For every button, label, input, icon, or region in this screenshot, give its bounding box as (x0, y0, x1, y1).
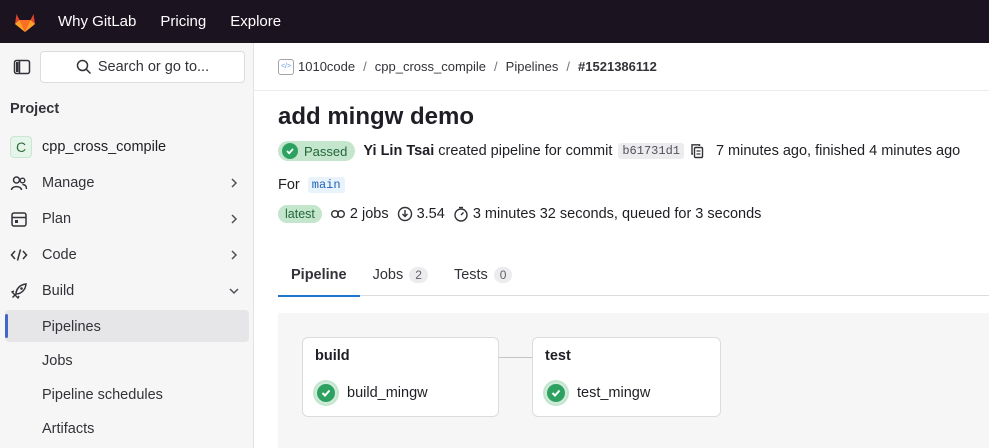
coverage-icon (397, 206, 412, 222)
latest-badge: latest (278, 205, 322, 223)
sidebar-subitem-jobs[interactable]: Jobs (42, 353, 73, 369)
job-name: test_mingw (577, 385, 651, 401)
copy-icon[interactable] (690, 143, 706, 159)
search-icon (76, 59, 91, 75)
sidebar-item-manage[interactable]: Manage (10, 168, 246, 198)
breadcrumb: </> 1010code / cpp_cross_compile / Pipel… (254, 43, 989, 91)
coverage-value: 3.54 (416, 206, 445, 222)
sidebar-item-plan[interactable]: Plan (10, 204, 246, 234)
tests-count-badge: 0 (493, 266, 513, 283)
sidebar-item-label: Build (42, 283, 75, 299)
nav-why-gitlab-link[interactable]: Why GitLab (58, 13, 136, 30)
sidebar-subitem-artifacts[interactable]: Artifacts (42, 421, 94, 437)
group-avatar-icon: </> (278, 58, 294, 75)
breadcrumb-project[interactable]: cpp_cross_compile (375, 59, 486, 74)
nav-pricing-link[interactable]: Pricing (160, 13, 206, 30)
stage-build: build build_mingw (302, 337, 499, 417)
code-icon (10, 246, 28, 264)
branch-link[interactable]: main (307, 177, 345, 193)
search-button[interactable]: Search or go to... (40, 51, 245, 83)
project-name: cpp_cross_compile (42, 139, 167, 155)
sidebar-item-label: Code (42, 247, 77, 263)
success-status-icon (545, 382, 567, 404)
commit-sha-link[interactable]: b61731d1 (618, 143, 684, 159)
sidebar-item-label: Manage (42, 175, 95, 191)
job-name: build_mingw (347, 385, 428, 401)
sidebar-active-marker (5, 314, 8, 338)
status-badge[interactable]: Passed (278, 141, 356, 161)
main-content: </> 1010code / cpp_cross_compile / Pipel… (254, 43, 989, 448)
sidebar-section-heading: Project (10, 101, 60, 117)
pipeline-ref-row: For main (278, 177, 345, 193)
chevron-right-icon (231, 214, 238, 224)
chevron-down-icon (229, 288, 239, 295)
sidebar-item-code[interactable]: Code (10, 240, 246, 270)
sidebar-subitem-pipeline-schedules[interactable]: Pipeline schedules (42, 387, 163, 403)
chevron-right-icon (231, 178, 238, 188)
stage-title: build (315, 348, 350, 364)
check-circle-icon (282, 143, 298, 159)
sidebar-toggle-icon[interactable] (12, 57, 32, 77)
pipeline-tabs: Pipeline Jobs 2 Tests 0 (278, 253, 989, 297)
pipeline-stats-row: latest 2 jobs 3.54 3 minutes 32 seconds,… (278, 205, 769, 223)
tab-tests[interactable]: Tests 0 (441, 253, 526, 296)
pipeline-header-meta: Passed Yi Lin Tsai created pipeline for … (278, 141, 960, 161)
for-label: For (278, 177, 300, 193)
breadcrumb-pipeline-id[interactable]: #1521386112 (578, 59, 657, 74)
author-link[interactable]: Yi Lin Tsai (363, 143, 434, 159)
sidebar-subitem-pipelines[interactable]: Pipelines (42, 319, 101, 335)
page-title: add mingw demo (278, 103, 475, 130)
jobs-count-badge: 2 (409, 266, 428, 283)
stage-test: test test_mingw (532, 337, 721, 417)
sidebar-item-build[interactable]: Build (10, 276, 246, 306)
sidebar-project-link[interactable]: C cpp_cross_compile (10, 136, 166, 158)
sidebar: Search or go to... Project C cpp_cross_c… (0, 43, 254, 448)
search-label: Search or go to... (97, 59, 210, 75)
sidebar-item-label: Plan (42, 211, 72, 227)
success-status-icon (315, 382, 337, 404)
job-build-mingw[interactable]: build_mingw (315, 382, 428, 404)
tab-pipeline[interactable]: Pipeline (278, 253, 360, 297)
calendar-icon (10, 210, 28, 228)
tab-jobs[interactable]: Jobs 2 (360, 253, 441, 296)
stage-title: test (545, 348, 571, 364)
breadcrumb-pipelines[interactable]: Pipelines (506, 59, 559, 74)
top-navbar: Why GitLab Pricing Explore (0, 0, 989, 43)
created-text: created pipeline for commit (438, 143, 613, 159)
jobs-count: 2 jobs (349, 206, 389, 222)
gitlab-logo-icon[interactable] (12, 9, 38, 35)
pipeline-jobs-icon (330, 209, 345, 218)
rocket-icon (10, 282, 28, 300)
status-label: Passed (304, 143, 348, 159)
project-avatar: C (10, 136, 32, 158)
users-icon (10, 174, 28, 192)
breadcrumb-group[interactable]: 1010code (298, 59, 355, 74)
stage-connector (498, 357, 533, 358)
nav-explore-link[interactable]: Explore (230, 13, 281, 30)
pipeline-time: 7 minutes ago, finished 4 minutes ago (715, 143, 961, 159)
timer-icon (454, 206, 468, 222)
job-test-mingw[interactable]: test_mingw (545, 382, 650, 404)
pipeline-graph: build build_mingw test test_mingw (278, 313, 989, 448)
chevron-right-icon (231, 250, 238, 260)
duration-text: 3 minutes 32 seconds, queued for 3 secon… (472, 206, 762, 222)
